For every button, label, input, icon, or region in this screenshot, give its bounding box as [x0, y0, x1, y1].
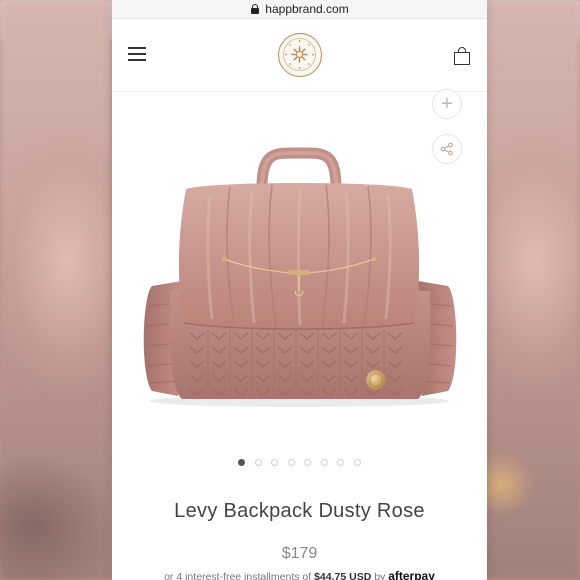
- pagination-dot-1[interactable]: [238, 459, 246, 466]
- product-image[interactable]: [112, 91, 487, 456]
- product-title: Levy Backpack Dusty Rose: [174, 500, 425, 522]
- pagination-dot-3[interactable]: [271, 459, 279, 466]
- phone-screen: happbrand.com + Levy Backpack Dusty Rose…: [112, 0, 487, 580]
- afterpay-logo[interactable]: afterpay: [388, 569, 435, 580]
- pagination-dot-2[interactable]: [254, 459, 262, 466]
- shopping-bag-icon[interactable]: [454, 47, 470, 65]
- browser-url-bar[interactable]: happbrand.com: [112, 0, 487, 19]
- product-price: $179: [281, 545, 318, 562]
- gallery-pagination: [112, 459, 487, 466]
- installment-amount: $44.75 USD: [314, 571, 372, 580]
- installments-text: or 4 interest-free installments of: [164, 571, 312, 580]
- url-text: happbrand.com: [265, 2, 349, 16]
- afterpay-installments: or 4 interest-free installments of $44.7…: [112, 569, 487, 580]
- background-shadow: [0, 400, 112, 580]
- site-header: [112, 19, 487, 92]
- hamburger-menu-icon[interactable]: [128, 47, 146, 61]
- pagination-dot-5[interactable]: [304, 459, 312, 466]
- pagination-dot-7[interactable]: [337, 459, 345, 466]
- pagination-dot-4[interactable]: [287, 459, 295, 466]
- product-gallery[interactable]: +: [112, 89, 487, 456]
- pagination-dot-8[interactable]: [353, 459, 361, 466]
- installments-by: by: [374, 571, 386, 580]
- happ-brand-logo[interactable]: [278, 33, 322, 77]
- lock-icon: [250, 4, 260, 14]
- pagination-dot-6[interactable]: [320, 459, 328, 466]
